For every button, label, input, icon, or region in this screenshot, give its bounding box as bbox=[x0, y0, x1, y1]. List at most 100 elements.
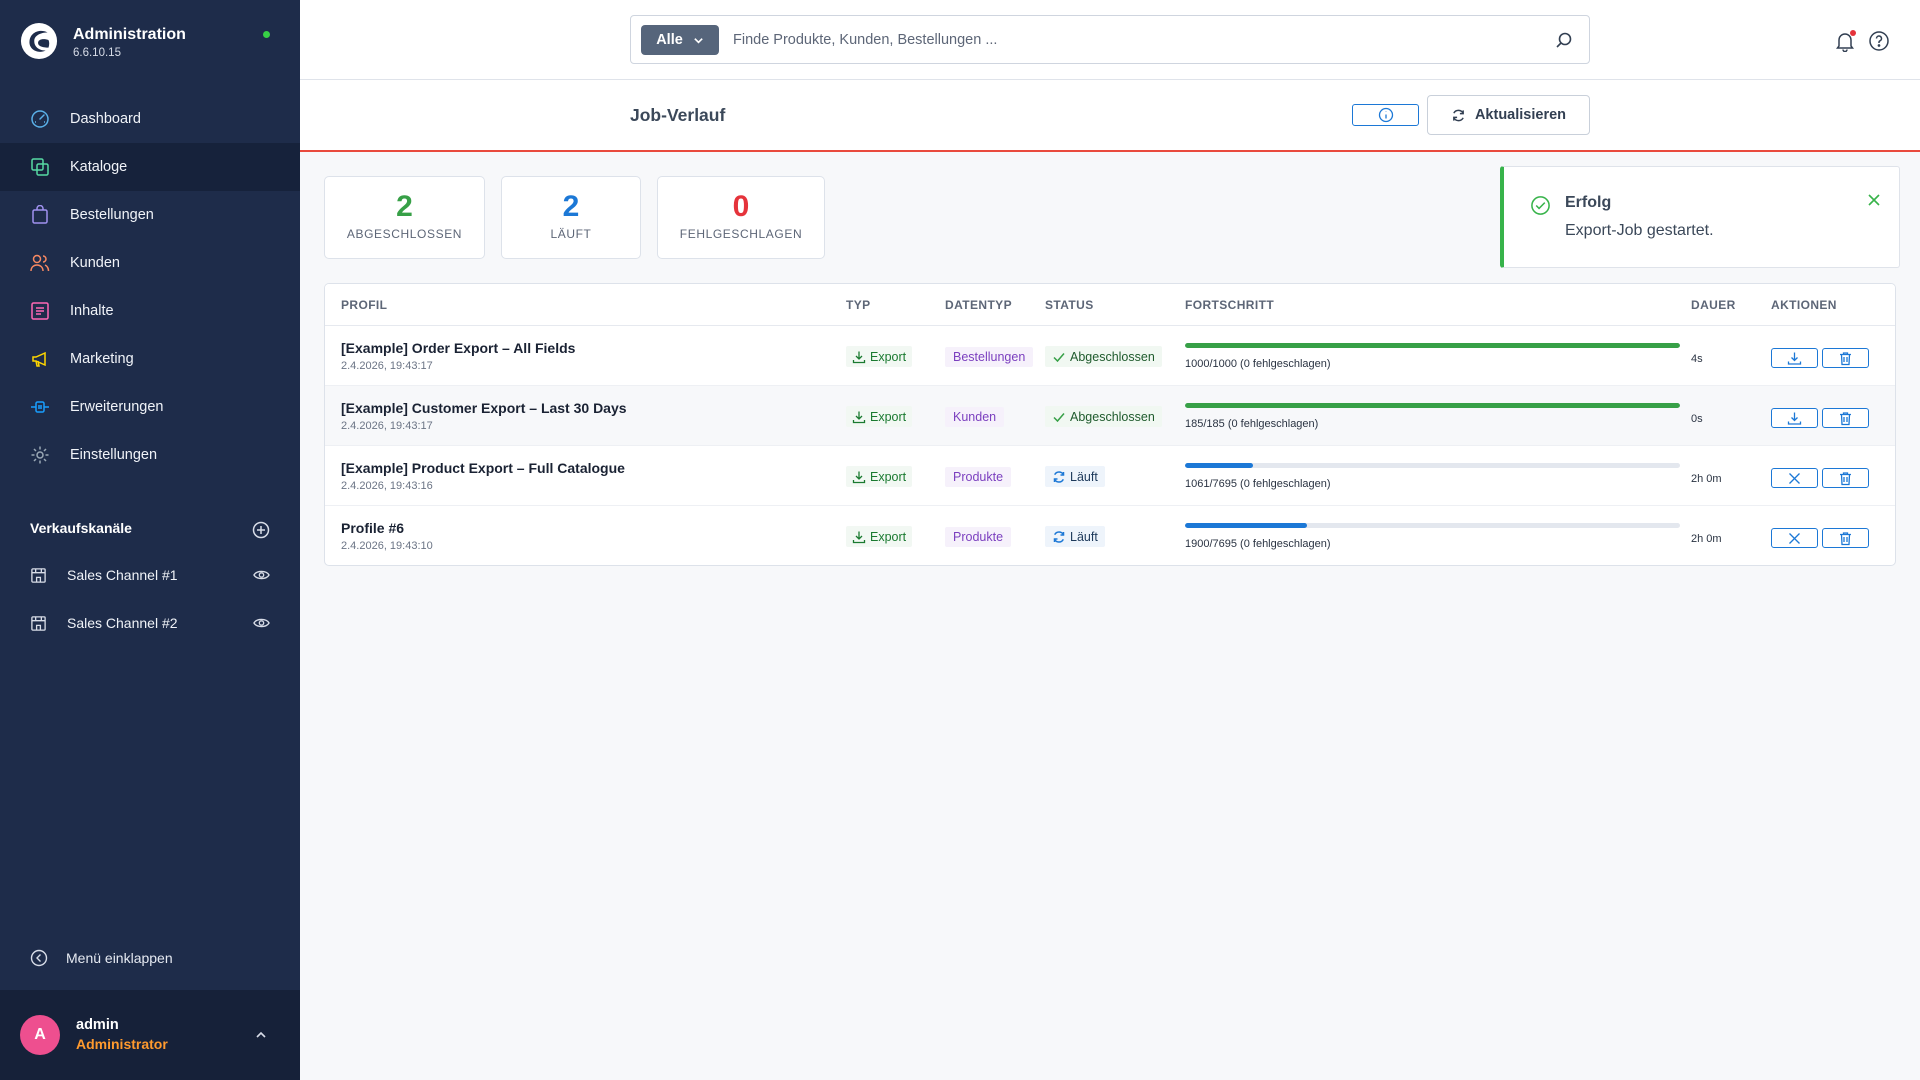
status-dot bbox=[263, 31, 270, 38]
sales-channel-item[interactable]: Sales Channel #2 bbox=[30, 611, 270, 635]
delete-button[interactable] bbox=[1822, 468, 1869, 488]
column-header[interactable]: PROFIL bbox=[341, 298, 387, 312]
notifications-button[interactable] bbox=[1834, 30, 1856, 53]
status-badge: Läuft bbox=[1045, 466, 1105, 487]
download-icon bbox=[852, 411, 866, 423]
check-icon bbox=[1053, 412, 1065, 422]
nav-item-erweiterungen[interactable]: Erweiterungen bbox=[0, 383, 300, 431]
close-icon bbox=[1789, 473, 1800, 484]
stat-card-failed: 0 FEHLGESCHLAGEN bbox=[657, 176, 825, 259]
progress-fill bbox=[1185, 523, 1308, 528]
profile-name: [Example] Product Export – Full Catalogu… bbox=[341, 460, 625, 476]
cancel-job-button[interactable] bbox=[1771, 468, 1818, 488]
datatype-badge: Produkte bbox=[945, 467, 1012, 487]
stat-value: 0 bbox=[732, 190, 750, 223]
column-header[interactable]: DAUER bbox=[1691, 298, 1736, 312]
progress-text: 1000/1000 (0 fehlgeschlagen) bbox=[1185, 358, 1331, 370]
job-date: 2.4.2026, 19:43:17 bbox=[341, 360, 433, 372]
check-icon bbox=[1053, 352, 1065, 362]
nav-item-marketing[interactable]: Marketing bbox=[0, 335, 300, 383]
nav-item-bestellungen[interactable]: Bestellungen bbox=[0, 191, 300, 239]
user-menu[interactable]: A admin Administrator bbox=[0, 990, 300, 1080]
table-row[interactable]: [Example] Product Export – Full Catalogu… bbox=[325, 446, 1895, 506]
duration: 2h 0m bbox=[1691, 473, 1722, 485]
delete-button[interactable] bbox=[1822, 348, 1869, 368]
progress-bar bbox=[1185, 403, 1680, 408]
nav-item-inhalte[interactable]: Inhalte bbox=[0, 287, 300, 335]
search-icon[interactable] bbox=[1555, 31, 1573, 49]
progress-fill bbox=[1185, 403, 1680, 408]
close-icon[interactable] bbox=[1867, 193, 1881, 207]
brand[interactable]: Administration 6.6.10.15 bbox=[20, 22, 280, 66]
download-icon bbox=[852, 471, 866, 483]
column-header: AKTIONEN bbox=[1771, 298, 1837, 312]
nav-label: Marketing bbox=[70, 351, 134, 367]
column-header[interactable]: STATUS bbox=[1045, 298, 1094, 312]
datatype-badge: Kunden bbox=[945, 407, 1005, 427]
help-icon[interactable] bbox=[1868, 30, 1890, 52]
delete-button[interactable] bbox=[1822, 528, 1869, 548]
nav-label: Dashboard bbox=[70, 111, 141, 127]
sidebar: Administration 6.6.10.15 Dashboard Katal… bbox=[0, 0, 300, 1080]
sales-channel-item[interactable]: Sales Channel #1 bbox=[30, 563, 270, 587]
main-nav: Dashboard Kataloge Bestellungen Kunden I… bbox=[0, 95, 300, 479]
nav-item-kataloge[interactable]: Kataloge bbox=[0, 143, 300, 191]
download-button[interactable] bbox=[1771, 348, 1818, 368]
megaphone-icon bbox=[32, 351, 46, 367]
delete-button[interactable] bbox=[1822, 408, 1869, 428]
type-badge: Export bbox=[846, 466, 913, 487]
gear-icon bbox=[31, 446, 49, 464]
nav-label: Kataloge bbox=[70, 159, 128, 175]
search-type-select[interactable]: Alle bbox=[641, 25, 719, 55]
success-toast: Erfolg Export-Job gestartet. bbox=[1500, 166, 1900, 268]
nav-item-dashboard[interactable]: Dashboard bbox=[0, 95, 300, 143]
type-badge: Export bbox=[846, 526, 913, 547]
notification-badge bbox=[1850, 30, 1856, 36]
shopware-logo-icon bbox=[20, 22, 58, 60]
refresh-button[interactable]: Aktualisieren bbox=[1427, 95, 1590, 135]
stat-label: LÄUFT bbox=[550, 227, 592, 241]
duration: 4s bbox=[1691, 353, 1703, 365]
progress-fill bbox=[1185, 343, 1680, 348]
nav-label: Einstellungen bbox=[70, 447, 158, 463]
chevron-left-circle-icon bbox=[30, 949, 48, 967]
check-circle-icon bbox=[1531, 196, 1550, 215]
eye-icon[interactable] bbox=[253, 616, 270, 630]
nav-label: Kunden bbox=[70, 255, 120, 271]
catalog-icon bbox=[31, 158, 49, 176]
top-bar: Alle bbox=[300, 0, 1920, 80]
storefront-icon bbox=[31, 615, 46, 631]
add-sales-channel-icon[interactable] bbox=[252, 521, 270, 539]
duration: 0s bbox=[1691, 413, 1703, 425]
search-input[interactable] bbox=[733, 27, 1513, 53]
brand-title: Administration bbox=[73, 26, 186, 43]
eye-icon[interactable] bbox=[253, 568, 270, 582]
column-header[interactable]: DATENTYP bbox=[945, 298, 1012, 312]
user-role: Administrator bbox=[76, 1036, 168, 1052]
info-button[interactable] bbox=[1352, 104, 1419, 126]
column-header[interactable]: FORTSCHRITT bbox=[1185, 298, 1274, 312]
refresh-icon bbox=[1453, 109, 1464, 121]
refresh-icon bbox=[1053, 530, 1065, 543]
user-name: admin bbox=[76, 1017, 119, 1033]
stat-value: 2 bbox=[562, 190, 580, 223]
trash-icon bbox=[1840, 532, 1851, 546]
download-button[interactable] bbox=[1771, 408, 1818, 428]
progress-fill bbox=[1185, 463, 1254, 468]
type-badge: Export bbox=[846, 346, 913, 367]
collapse-menu-button[interactable]: Menü einklappen bbox=[30, 946, 173, 970]
storefront-icon bbox=[31, 567, 46, 583]
stat-label: FEHLGESCHLAGEN bbox=[679, 227, 803, 241]
nav-item-einstellungen[interactable]: Einstellungen bbox=[0, 431, 300, 479]
download-icon bbox=[852, 351, 866, 363]
job-date: 2.4.2026, 19:43:17 bbox=[341, 420, 433, 432]
profile-name: [Example] Order Export – All Fields bbox=[341, 340, 576, 356]
column-header[interactable]: TYP bbox=[846, 298, 871, 312]
nav-item-kunden[interactable]: Kunden bbox=[0, 239, 300, 287]
table-row[interactable]: Profile #6 2.4.2026, 19:43:10 Export Pro… bbox=[325, 506, 1895, 565]
table-row[interactable]: [Example] Customer Export – Last 30 Days… bbox=[325, 386, 1895, 446]
table-row[interactable]: [Example] Order Export – All Fields 2.4.… bbox=[325, 326, 1895, 386]
page-title: Job-Verlauf bbox=[630, 105, 726, 125]
cancel-job-button[interactable] bbox=[1771, 528, 1818, 548]
job-history-table: PROFIL TYP DATENTYP STATUS FORTSCHRITT D… bbox=[324, 283, 1896, 566]
